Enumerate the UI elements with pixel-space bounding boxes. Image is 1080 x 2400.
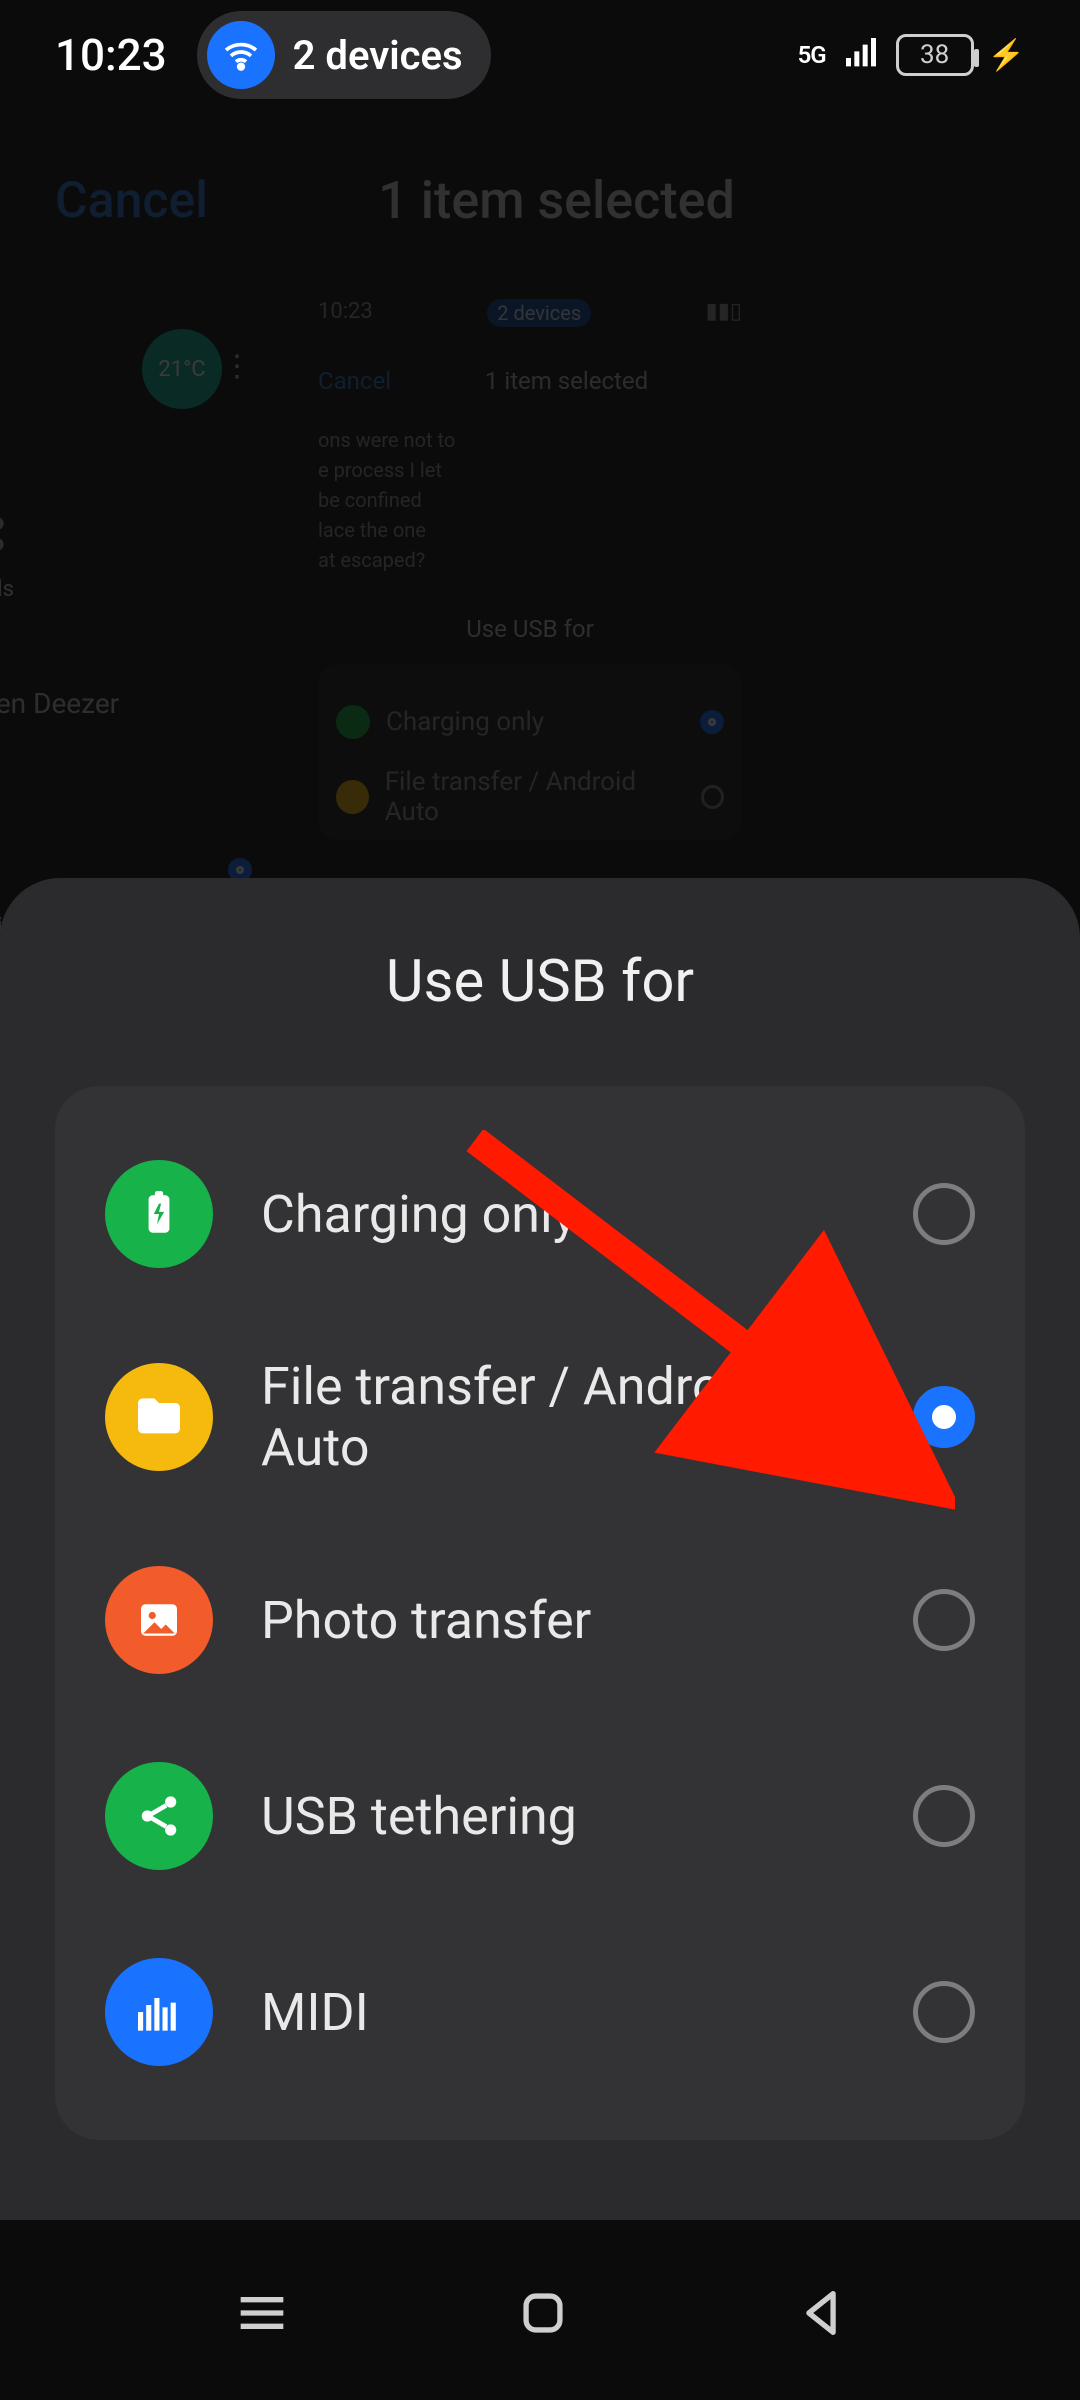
weather-badge: 21°C [142,329,222,409]
network-type-label: 5G [798,41,826,69]
usb-option-midi[interactable]: MIDI [95,1914,985,2110]
radio-unselected[interactable] [913,1981,975,2043]
signal-icon [840,33,882,77]
bg-open-deezer: Open Deezer [0,687,252,720]
bg-thumbnail-left[interactable]: / 22° ⋮ 21°C sunny Send a video Tools [0,281,270,981]
battery-pct-label: 38 [920,40,949,70]
bg-right-row-transfer: File transfer / Android Auto [336,767,724,827]
charging-icon: ⚡ [988,38,1025,73]
bg-mini-pill: 2 devices [487,299,591,327]
nav-back-button[interactable] [792,2284,850,2346]
image-icon [105,1566,213,1674]
bg-snippet: lace the one [318,515,742,545]
share-icon [105,1762,213,1870]
usb-option-photo-transfer[interactable]: Photo transfer [95,1522,985,1718]
nav-recents-button[interactable] [230,2281,294,2349]
status-devices-label: 2 devices [293,32,463,79]
usb-option-label: File transfer / Android Auto [261,1356,865,1478]
folder-icon [105,1363,213,1471]
bg-snippet: at escaped? [318,545,742,575]
bg-left-panel-title: Use USB for [0,800,252,828]
usb-option-charging[interactable]: Charging only [95,1116,985,1312]
bg-thumbnail-right[interactable]: 10:23 2 devices ▮▮▯ Cancel 1 item select… [300,281,760,981]
status-clock: 10:23 [55,29,167,81]
bg-mini-time: 10:23 [318,299,373,327]
nav-home-button[interactable] [514,2284,572,2346]
radio-selected[interactable] [913,1386,975,1448]
usb-option-file-transfer[interactable]: File transfer / Android Auto [95,1312,985,1522]
equalizer-icon [105,1958,213,2066]
usb-option-label: Photo transfer [261,1590,865,1651]
radio-unselected[interactable] [913,1589,975,1651]
sheet-title: Use USB for [55,948,1025,1016]
folder-icon [336,780,369,814]
usb-option-label: Charging only [261,1184,865,1245]
radio-unselected[interactable] [913,1183,975,1245]
bg-snippet: e process I let [318,455,742,485]
system-nav-bar [0,2230,1080,2400]
usb-options-list: Charging only File transfer / Android Au… [55,1086,1025,2140]
more-icon: ⋮ [222,349,252,384]
usb-option-label: USB tethering [261,1786,865,1847]
tools-folder-icon [0,499,22,569]
usb-option-tethering[interactable]: USB tethering [95,1718,985,1914]
battery-icon [105,1160,213,1268]
bg-right-panel-title: Use USB for [318,615,742,643]
bg-snippet: ons were not to [318,425,742,455]
usb-mode-sheet: Use USB for Charging only File transfer … [0,878,1080,2220]
bg-mini-signal-icon: ▮▮▯ [706,299,742,327]
bg-mini-title: 1 item selected [485,367,648,395]
bg-selection-title: 1 item selected [88,170,1025,231]
bg-app-tools: Tools [0,499,30,627]
bg-right-row-charging: Charging only [336,705,724,739]
status-devices-pill[interactable]: 2 devices [197,11,491,99]
wifi-share-icon [207,21,275,89]
bg-snippet: be confined [318,485,742,515]
usb-option-label: MIDI [261,1982,865,2043]
bg-mini-cancel: Cancel [318,367,391,395]
battery-icon [336,705,370,739]
battery-icon: 38 [896,34,974,76]
status-bar: 10:23 2 devices 5G 38 ⚡ [0,0,1080,110]
radio-unselected[interactable] [913,1785,975,1847]
status-right-cluster: 5G 38 ⚡ [798,33,1025,77]
